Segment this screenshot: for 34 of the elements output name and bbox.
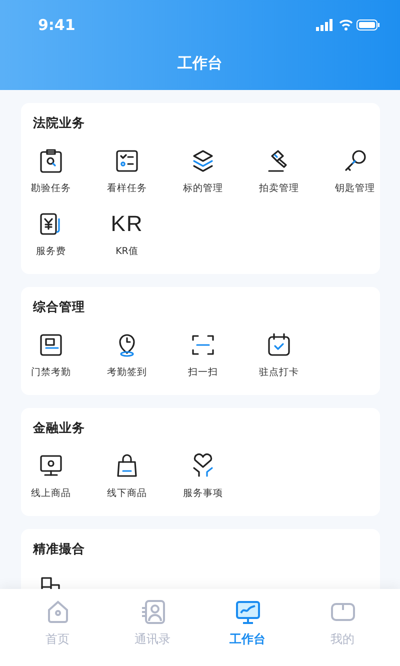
menu-item-label[interactable]: 门禁考勤 [31,366,71,379]
clipboard-search-icon [38,148,64,174]
layers-icon [190,148,216,174]
shopping-bag-icon [114,453,140,479]
page-title: 工作台 [178,54,222,73]
menu-item-label[interactable]: 扫一扫 [188,366,218,379]
section-title: 金融业务 [33,420,86,437]
contact-card-icon [140,599,166,625]
access-card-icon [38,332,64,358]
menu-item-label[interactable]: 线上商品 [31,487,71,500]
menu-item-label[interactable]: 拍卖管理 [259,182,299,195]
menu-item-label[interactable]: 线下商品 [107,487,147,500]
checklist-icon [114,148,140,174]
menu-item-label[interactable]: 勘验任务 [31,182,71,195]
section-title: 综合管理 [33,299,86,316]
chart-monitor-icon [234,599,260,625]
menu-item-label[interactable]: 驻点打卡 [259,366,299,379]
menu-item-label[interactable]: 考勤签到 [107,366,147,379]
menu-item-label[interactable]: 标的管理 [183,182,223,195]
wifi-icon [339,20,353,30]
battery-icon [356,20,380,30]
section-title: 精准撮合 [33,541,86,558]
status-time: 9:41 [38,16,76,34]
monitor-icon [38,453,64,479]
menu-item-label[interactable]: 钥匙管理 [335,182,375,195]
kr-glyph-icon[interactable]: KR [110,211,144,237]
menu-item-label[interactable]: KR值 [116,245,138,258]
menu-item-label[interactable]: 服务费 [36,245,66,258]
menu-item-label[interactable]: 看样任务 [107,182,147,195]
section-title: 法院业务 [33,115,86,132]
scan-icon [190,332,216,358]
menu-item-label[interactable]: 服务事项 [183,487,223,500]
calendar-check-icon [266,332,292,358]
signal-icon [316,19,332,31]
